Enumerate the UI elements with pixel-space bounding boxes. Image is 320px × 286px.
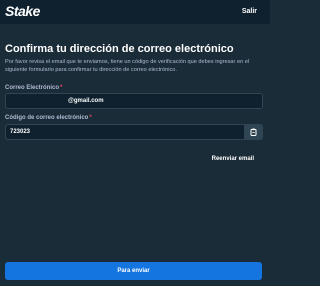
code-label-text: Código de correo electrónico xyxy=(5,115,89,121)
exit-button[interactable]: Salir xyxy=(242,8,257,15)
page-title: Confirma tu dirección de correo electrón… xyxy=(5,43,234,55)
code-required-mark: * xyxy=(89,115,92,121)
verification-code-value: 723023 xyxy=(10,129,31,135)
stake-logo[interactable]: Stake xyxy=(5,3,40,19)
page-description: Por favor revisa el email que te enviamo… xyxy=(5,59,250,73)
verification-code-input[interactable]: 723023 xyxy=(5,124,244,140)
submit-button[interactable]: Para enviar xyxy=(5,262,262,280)
email-field[interactable]: @gmail.com xyxy=(5,93,263,109)
email-confirmation-form: Confirma tu dirección de correo electrón… xyxy=(0,24,270,286)
email-required-mark: * xyxy=(60,85,63,91)
code-label: Código de correo electrónico* xyxy=(5,115,92,121)
email-label-text: Correo Electrónico xyxy=(5,85,60,91)
paste-button[interactable] xyxy=(244,124,263,140)
redacted-email-username xyxy=(10,96,68,104)
email-domain-text: @gmail.com xyxy=(68,98,104,104)
top-bar: Stake Salir xyxy=(0,0,270,24)
resend-email-link[interactable]: Reenviar email xyxy=(212,156,254,162)
email-label: Correo Electrónico* xyxy=(5,85,62,91)
paste-icon xyxy=(250,128,257,136)
